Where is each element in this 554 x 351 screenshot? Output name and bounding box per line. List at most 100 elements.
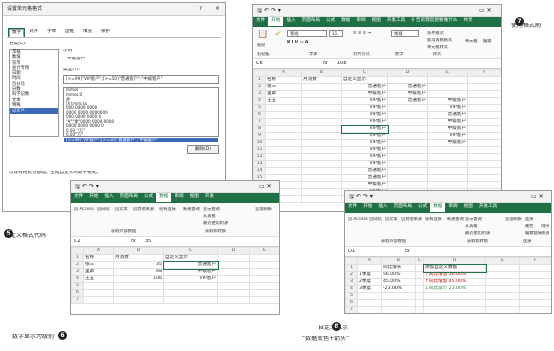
cell[interactable]	[485, 278, 520, 286]
cell[interactable]: 中级客户	[341, 181, 388, 189]
cell[interactable]: 王五	[265, 97, 302, 105]
cell[interactable]	[301, 118, 342, 126]
quick-access-icons[interactable]: 🖫 ↶ ↷ ▾	[75, 184, 99, 190]
tab-developer[interactable]: 开发工具	[384, 17, 408, 26]
fx-icon[interactable]: fx	[131, 239, 136, 244]
cell[interactable]	[416, 314, 424, 315]
number-format-select[interactable]: 常规	[391, 30, 419, 37]
cell[interactable]: 名称	[265, 76, 302, 84]
from-web-button[interactable]: 自网站	[97, 207, 110, 211]
cell[interactable]: 王五	[83, 275, 114, 283]
tab-home[interactable]: 开始	[268, 17, 284, 26]
col-header[interactable]: B	[381, 257, 416, 265]
tab-formulas[interactable]: 公式	[141, 193, 156, 202]
cell[interactable]	[415, 285, 424, 293]
type-input[interactable]: [>=99]"VIP客户";[>=50]"普通客户";"中级客户"	[63, 75, 219, 84]
close-icon[interactable]: ×	[215, 6, 220, 12]
col-header[interactable]: C	[163, 247, 218, 255]
window-controls[interactable]: ▭ ✕	[479, 8, 492, 14]
cell[interactable]: VIP客户	[341, 146, 388, 154]
col-header[interactable]: B	[113, 247, 164, 255]
col-header[interactable]: A	[357, 257, 382, 265]
cell[interactable]: 普通客户	[427, 111, 468, 119]
row-header[interactable]: 2	[345, 271, 358, 279]
corner-cell[interactable]	[253, 69, 266, 77]
from-web-button[interactable]: 自网站	[369, 217, 382, 221]
cell[interactable]	[486, 314, 520, 315]
tab-data[interactable]: 数据	[156, 193, 172, 202]
cell[interactable]: VIP客户	[341, 132, 388, 140]
recent-sources-button[interactable]: 最近使用的源	[465, 231, 490, 235]
cell[interactable]	[301, 188, 342, 196]
tab-data[interactable]: 数据	[430, 203, 446, 212]
cell[interactable]	[381, 299, 416, 307]
col-header[interactable]: F	[519, 257, 551, 265]
col-header[interactable]: F	[467, 69, 501, 77]
cell[interactable]	[387, 139, 428, 147]
cell[interactable]	[467, 139, 501, 147]
cell[interactable]: 月消费	[301, 76, 342, 84]
cell[interactable]	[387, 104, 428, 112]
from-table-button[interactable]: 从表格	[465, 224, 478, 228]
paste-icon[interactable]: 📋	[257, 30, 268, 39]
row-header[interactable]: 7	[345, 306, 358, 313]
cell[interactable]	[485, 264, 520, 272]
cell[interactable]	[357, 264, 382, 272]
cell[interactable]	[467, 174, 501, 182]
cell[interactable]	[519, 264, 551, 272]
cell[interactable]	[467, 125, 501, 133]
cell[interactable]	[467, 118, 501, 126]
cell[interactable]	[249, 261, 279, 269]
cell[interactable]	[83, 296, 114, 304]
bold-italic-underline[interactable]: B I U ▭ A	[287, 40, 308, 44]
cell[interactable]	[301, 104, 342, 112]
cell[interactable]	[163, 289, 218, 297]
refresh-all-button[interactable]: 全部刷新	[255, 207, 272, 211]
cell[interactable]: 68	[113, 268, 164, 276]
cell[interactable]	[387, 181, 428, 189]
row-header[interactable]: 3	[253, 90, 266, 98]
font-name-select[interactable]: 等线	[287, 30, 327, 37]
cell[interactable]: 里斯	[83, 268, 114, 276]
cell[interactable]: VIP客户	[341, 160, 388, 168]
edit-button[interactable]: 编辑	[483, 39, 491, 43]
cell[interactable]: 普通客户	[341, 167, 388, 175]
tab-view[interactable]: 视图	[461, 203, 476, 212]
fx-icon[interactable]: fx	[323, 61, 328, 66]
row-header[interactable]: 13	[253, 160, 266, 168]
col-header[interactable]: D	[387, 69, 428, 77]
category-list[interactable]: 常规 数值 货币 会计专用 日期 时间 百分比 分数 科学记数 文本 特殊 自定…	[9, 49, 59, 137]
cell-increase[interactable]: ↑同比增加 45.00%	[423, 278, 486, 286]
tab-protection[interactable]: 保护	[99, 29, 112, 37]
tab-fill[interactable]: 填充	[81, 29, 94, 37]
cell[interactable]	[519, 278, 551, 286]
format-code-item-selected[interactable]: [>=99]"VIP客户";[>=50]"普通客户";"中级客户"	[64, 137, 218, 142]
cell[interactable]	[113, 289, 164, 297]
cell[interactable]: 中级客户	[163, 268, 218, 276]
row-header[interactable]: 8	[346, 314, 358, 315]
row-header[interactable]: 4	[71, 275, 84, 283]
refresh-all-button[interactable]: 全部刷新	[505, 217, 522, 221]
show-queries-button[interactable]: 显示查询	[203, 207, 220, 211]
row-header[interactable]: 10	[253, 139, 266, 147]
cell[interactable]: 自定义显示	[341, 76, 388, 84]
tab-review[interactable]: 审阅	[445, 203, 460, 212]
cell[interactable]	[301, 132, 342, 140]
cell[interactable]	[520, 314, 552, 315]
col-header[interactable]: C	[415, 257, 424, 265]
properties-button[interactable]: 属性	[525, 224, 533, 228]
fx-icon[interactable]: fx	[405, 249, 410, 254]
cell[interactable]	[485, 285, 520, 293]
cell[interactable]	[519, 292, 551, 300]
cell[interactable]	[301, 90, 342, 98]
cell[interactable]	[301, 160, 342, 168]
row-header[interactable]: 4	[345, 285, 358, 293]
name-box[interactable]: C8	[256, 61, 263, 66]
cell[interactable]	[265, 167, 302, 175]
cell[interactable]	[467, 90, 501, 98]
row-header[interactable]: 2	[253, 83, 266, 91]
cell[interactable]: 中级客户	[427, 125, 468, 133]
tab-number[interactable]: 数字	[7, 28, 26, 38]
cell[interactable]	[265, 125, 302, 133]
cell[interactable]	[415, 306, 424, 313]
